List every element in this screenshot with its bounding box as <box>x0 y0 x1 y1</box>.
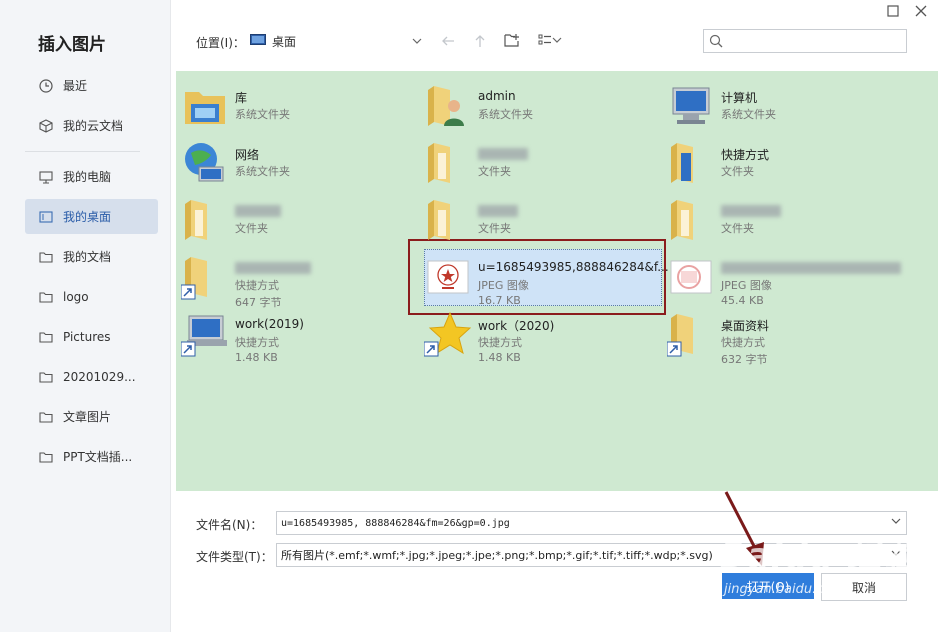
filetype-label: 文件类型(T)： <box>196 550 273 564</box>
sidebar-item-my-computer[interactable]: 我的电脑 <box>25 159 158 194</box>
file-item[interactable]: 库 系统文件夹 <box>176 77 416 131</box>
folder-icon <box>39 330 53 344</box>
sidebar-item-label: 20201029... <box>63 369 136 384</box>
filename-value: u=1685493985, 888846284&fm=26&gp=0.jpg <box>281 517 510 529</box>
network-icon <box>181 139 229 187</box>
image-thumb-icon <box>667 253 715 301</box>
file-item[interactable]: work(2019) 快捷方式 1.48 KB <box>176 305 416 364</box>
list-view-icon <box>538 33 552 50</box>
library-icon <box>181 82 229 130</box>
search-icon <box>709 34 723 51</box>
file-item[interactable]: 网络 系统文件夹 <box>176 134 416 188</box>
folder-icon <box>666 310 715 358</box>
filename-label: 文件名(N)： <box>196 518 263 532</box>
folder-icon <box>39 410 53 424</box>
sidebar-item-recent[interactable]: 最近 <box>25 68 158 103</box>
sidebar-item-article-images[interactable]: 文章图片 <box>25 399 158 434</box>
file-item[interactable]: 文件夹 <box>662 191 902 245</box>
star-icon <box>423 310 472 358</box>
close-icon[interactable] <box>914 4 928 18</box>
image-thumb-icon <box>424 253 472 301</box>
shortcut-icon <box>180 253 229 301</box>
location-select[interactable]: 桌面 <box>250 30 426 52</box>
sidebar-item-20201029[interactable]: 20201029... <box>25 359 158 394</box>
up-arrow-icon[interactable] <box>469 30 491 52</box>
file-item[interactable]: 计算机 系统文件夹 <box>662 77 902 131</box>
chevron-down-icon <box>412 35 422 49</box>
sidebar-item-ppt-inserts[interactable]: PPT文档插... <box>25 439 158 474</box>
desktop-icon <box>39 210 53 224</box>
sidebar-item-label: 我的文档 <box>63 250 112 264</box>
sidebar-item-label: logo <box>63 289 89 304</box>
sidebar-item-cloud-docs[interactable]: 我的云文档 <box>25 108 158 143</box>
user-folder-icon <box>424 82 472 130</box>
folder-icon <box>667 196 715 244</box>
file-item[interactable]: 文件夹 <box>419 134 659 188</box>
watermark-url: jingyan.baidu.com <box>724 582 844 597</box>
file-item[interactable]: 快捷方式 647 字节 <box>176 248 416 309</box>
monitor-icon <box>39 170 53 184</box>
cube-icon <box>39 118 53 133</box>
sidebar-item-logo[interactable]: logo <box>25 279 158 314</box>
sidebar-item-pictures[interactable]: Pictures <box>25 319 158 354</box>
computer-icon <box>667 82 715 130</box>
file-list[interactable]: 库 系统文件夹 admin 系统文件夹 计算机 系统文件夹 网络 系统文件夹 文… <box>176 71 938 491</box>
folder-icon <box>39 250 53 264</box>
folder-icon <box>424 139 472 187</box>
watermark-logo: Baidu 经验 <box>720 536 917 576</box>
maximize-icon[interactable] <box>886 4 900 18</box>
dialog-title: 插入图片 <box>38 35 106 55</box>
folder-icon <box>181 196 229 244</box>
sidebar-item-label: 我的桌面 <box>63 210 112 224</box>
folder-icon <box>39 290 53 304</box>
folder-icon <box>667 139 715 187</box>
file-item[interactable]: JPEG 图像 45.4 KB <box>662 248 902 307</box>
desktop-small-icon <box>250 33 266 49</box>
sidebar-item-label: 最近 <box>63 79 88 93</box>
filetype-value: 所有图片(*.emf;*.wmf;*.jpg;*.jpeg;*.jpe;*.pn… <box>281 549 713 562</box>
chevron-down-icon <box>552 34 562 48</box>
search-input[interactable] <box>703 29 907 53</box>
sidebar-item-desktop[interactable]: 我的桌面 <box>25 199 158 234</box>
view-mode-button[interactable] <box>538 30 568 52</box>
new-folder-icon[interactable] <box>501 29 523 51</box>
clock-icon <box>39 78 53 93</box>
folder-icon <box>39 450 53 464</box>
file-item[interactable]: admin 系统文件夹 <box>419 77 659 131</box>
shortcut-icon <box>180 310 229 358</box>
file-item[interactable]: 快捷方式 文件夹 <box>662 134 902 188</box>
file-item-selected[interactable]: u=1685493985,888846284&f... JPEG 图像 16.7… <box>419 248 669 307</box>
file-item[interactable]: 桌面资料 快捷方式 632 字节 <box>662 305 902 366</box>
sidebar-item-label: 我的电脑 <box>63 170 112 184</box>
file-item[interactable]: 文件夹 <box>419 191 659 245</box>
sidebar-item-label: 文章图片 <box>63 410 112 424</box>
sidebar-item-my-docs[interactable]: 我的文档 <box>25 239 158 274</box>
location-label: 位置(I)： <box>196 36 245 50</box>
file-item[interactable]: 文件夹 <box>176 191 416 245</box>
folder-icon <box>424 196 472 244</box>
location-value: 桌面 <box>272 34 297 49</box>
sidebar-item-label: PPT文档插... <box>63 450 133 464</box>
sidebar-divider <box>25 151 140 152</box>
sidebar-item-label: Pictures <box>63 329 111 344</box>
sidebar-item-label: 我的云文档 <box>63 119 124 133</box>
file-item[interactable]: work（2020) 快捷方式 1.48 KB <box>419 305 659 364</box>
folder-icon <box>39 370 53 384</box>
back-arrow-icon[interactable] <box>437 30 459 52</box>
